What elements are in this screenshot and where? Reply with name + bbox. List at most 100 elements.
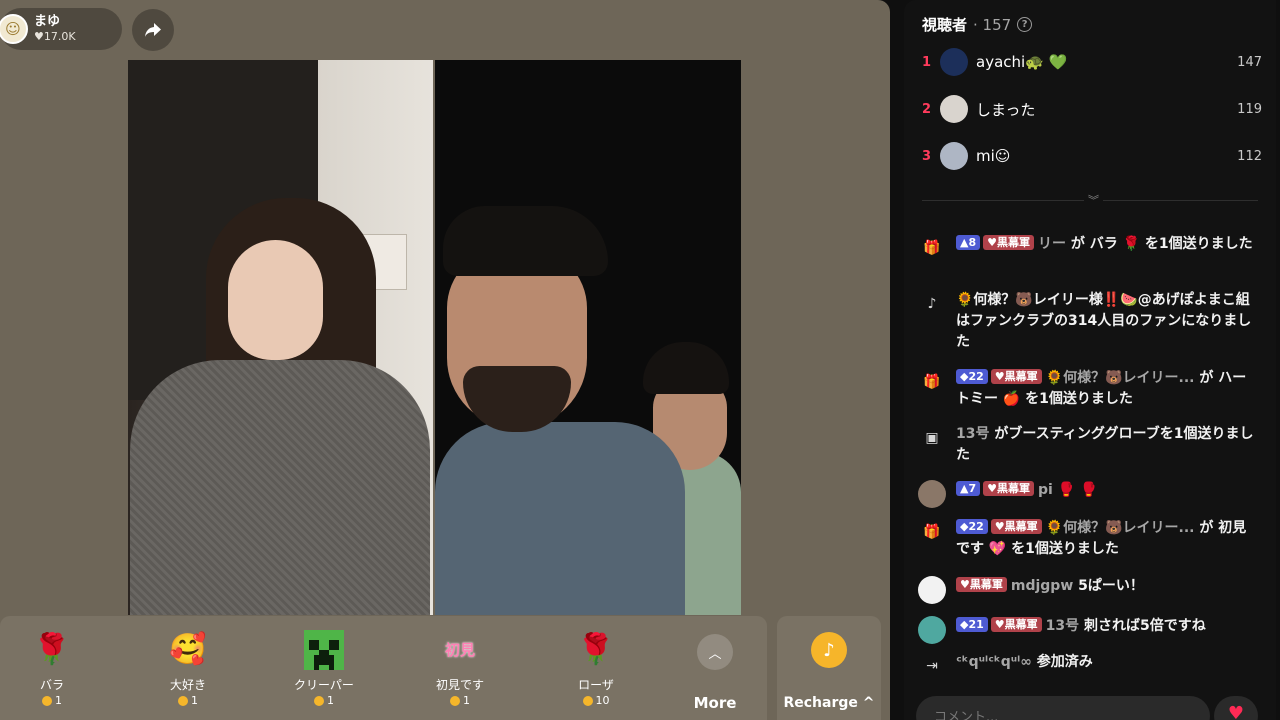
avatar[interactable] <box>918 480 946 508</box>
coin-icon <box>42 695 52 706</box>
rose-icon: 🌹 <box>33 632 71 667</box>
rank-score: 147 <box>1237 54 1262 70</box>
rank-score: 112 <box>1237 148 1262 164</box>
avatar[interactable] <box>940 95 968 123</box>
share-arrow-icon <box>145 23 161 37</box>
chat-username[interactable]: 🌻何様？🐻レイリー... <box>1046 370 1195 386</box>
live-room: ☺ まゆ ♥17.0K 🌹 バラ 1 🥰 大好き 1 クリーパー 1 初見 初見… <box>0 0 1280 720</box>
level-value: 22 <box>968 520 984 533</box>
ranking-row[interactable]: 1 ayachi🐢 💚 147 <box>922 44 1262 80</box>
gift-icon: 🎁 <box>923 240 941 256</box>
level-value: 8 <box>968 236 977 249</box>
chat-username[interactable]: ᶜᵏqᵘˡᶜᵏqᵘˡ∞ <box>956 654 1032 670</box>
avatar[interactable] <box>940 142 968 170</box>
join-icon: ⇥ <box>926 658 938 674</box>
gift-daisuki[interactable]: 🥰 大好き 1 <box>128 616 248 720</box>
fan-badge: ♥黒幕軍 <box>990 519 1042 534</box>
rose-bundle-icon: 🌹 <box>577 632 615 667</box>
gift-price-value: 1 <box>463 694 470 707</box>
chat-username[interactable]: mdjgpw <box>1011 578 1073 594</box>
chat-text: 5ぱーい！ <box>1078 578 1144 594</box>
chat-username[interactable]: pi <box>1038 482 1053 498</box>
coin-icon <box>314 695 324 706</box>
chat-message: ⇥ ᶜᵏqᵘˡᶜᵏqᵘˡ∞ 参加済み <box>918 652 1258 680</box>
ranking-row[interactable]: 2 しまった 119 <box>922 91 1262 127</box>
guest1-figure-hair <box>443 206 608 276</box>
gift-price-value: 1 <box>191 694 198 707</box>
gift-name: 大好き <box>169 678 206 692</box>
comment-placeholder: コメント... <box>934 710 999 720</box>
coin-icon <box>450 695 460 706</box>
first-time-sticker-icon: 初見 <box>444 641 475 659</box>
chat-message: ▲7 ♥黒幕軍 pi 🥊 🥊 <box>918 480 1258 508</box>
level-badge: ◆21 <box>956 617 988 632</box>
rank-number: 1 <box>922 54 932 70</box>
chat-text: 刺されば5倍ですね <box>1084 618 1206 634</box>
host-pill[interactable]: ☺ まゆ ♥17.0K <box>0 8 122 50</box>
host-video[interactable] <box>128 60 433 615</box>
like-heart-button[interactable]: ♥ <box>1214 696 1258 720</box>
gift-icon: 🎁 <box>923 524 941 540</box>
chat-text: が バラ 🌹 を1個送りました <box>1070 236 1253 252</box>
creeper-face <box>304 630 344 670</box>
host-likes-count: 17.0K <box>43 30 76 43</box>
level-badge: ▲8 <box>956 235 981 250</box>
level-badge: ▲7 <box>956 481 981 496</box>
gift-price-value: 1 <box>327 694 334 707</box>
host-name[interactable]: まゆ <box>34 14 76 29</box>
gift-rosa[interactable]: 🌹 ローザ 10 <box>536 616 656 720</box>
heart-icon: ♥ <box>34 30 44 43</box>
rank-username[interactable]: mi☺ <box>976 147 1237 165</box>
avatar[interactable] <box>940 48 968 76</box>
tiktok-coin-icon: ♪ <box>811 632 847 668</box>
gift-rose[interactable]: 🌹 バラ 1 <box>0 616 112 720</box>
chat-username[interactable]: 🌻何様？🐻レイリー... <box>1046 520 1195 536</box>
share-button[interactable] <box>132 9 174 51</box>
live-stage: ☺ まゆ ♥17.0K 🌹 バラ 1 🥰 大好き 1 クリーパー 1 初見 初見… <box>0 0 890 720</box>
rank-number: 3 <box>922 148 932 164</box>
chat-text: 🌻何様？🐻レイリー様‼️🍉@あげぽよまこ組はファンクラブの314人目のファンにな… <box>956 292 1252 350</box>
chat-message: 🎁 ◆22 ♥黒幕軍 🌻何様？🐻レイリー... が 初見です 💖 を1個送りました <box>918 518 1258 560</box>
chevron-up-icon: ︿ <box>697 634 733 670</box>
host-figure-sweater <box>130 360 430 615</box>
avatar[interactable] <box>918 616 946 644</box>
creeper-icon <box>302 628 346 672</box>
chat-message: ♥黒幕軍 mdjgpw 5ぱーい！ <box>918 576 1258 604</box>
rank-number: 2 <box>922 101 932 117</box>
gift-creeper[interactable]: クリーパー 1 <box>264 616 384 720</box>
fan-badge: ♥黒幕軍 <box>983 235 1034 250</box>
ranking-row[interactable]: 3 mi☺ 112 <box>922 138 1262 174</box>
gift-name: 初見です <box>435 678 484 692</box>
gift-price: 1 <box>0 694 112 707</box>
chat-username[interactable]: 13号 <box>956 426 989 442</box>
gift-bar: 🌹 バラ 1 🥰 大好き 1 クリーパー 1 初見 初見です 1 🌹 ローザ 1… <box>0 616 767 720</box>
comment-input[interactable]: コメント... <box>916 696 1210 720</box>
gift-price-value: 10 <box>595 694 610 707</box>
chat-username[interactable]: リー <box>1038 236 1066 252</box>
chat-username[interactable]: 13号 <box>1046 618 1079 634</box>
recharge-button[interactable]: ♪ Recharge ^ <box>777 616 881 720</box>
level-value: 22 <box>968 370 984 383</box>
guest-video[interactable] <box>435 60 741 615</box>
rank-username[interactable]: ayachi🐢 💚 <box>976 53 1237 71</box>
help-icon[interactable]: ? <box>1017 17 1033 32</box>
gift-hatsumi[interactable]: 初見 初見です 1 <box>400 616 520 720</box>
chevron-double-down-icon[interactable]: ︾ <box>1084 192 1103 208</box>
side-panel: 視聴者 · 157 ? 1 ayachi🐢 💚 147 2 しまった 119 3… <box>904 0 1276 720</box>
chat-message: 🎁 ▲8 ♥黒幕軍 リー が バラ 🌹 を1個送りました <box>918 234 1258 262</box>
chat-message: ▣ 13号 がブースティンググローブを1個送りました <box>918 424 1258 466</box>
rank-username[interactable]: しまった <box>976 99 1237 120</box>
gift-name: クリーパー <box>294 678 354 692</box>
chat-text: 参加済み <box>1036 654 1093 670</box>
host-avatar[interactable]: ☺ <box>0 14 28 44</box>
level-value: 21 <box>968 618 984 631</box>
avatar[interactable] <box>918 576 946 604</box>
recharge-label: Recharge ^ <box>783 695 875 711</box>
fan-badge: ♥黒幕軍 <box>983 481 1034 496</box>
level-badge: ◆22 <box>956 519 988 534</box>
rank-score: 119 <box>1237 101 1262 117</box>
chat-message: ♪ 🌻何様？🐻レイリー様‼️🍉@あげぽよまこ組はファンクラブの314人目のファン… <box>918 290 1258 353</box>
guest1-figure-shirt <box>435 422 685 615</box>
more-gifts-button[interactable]: ︿ More <box>680 616 750 720</box>
more-label: More <box>693 694 737 712</box>
